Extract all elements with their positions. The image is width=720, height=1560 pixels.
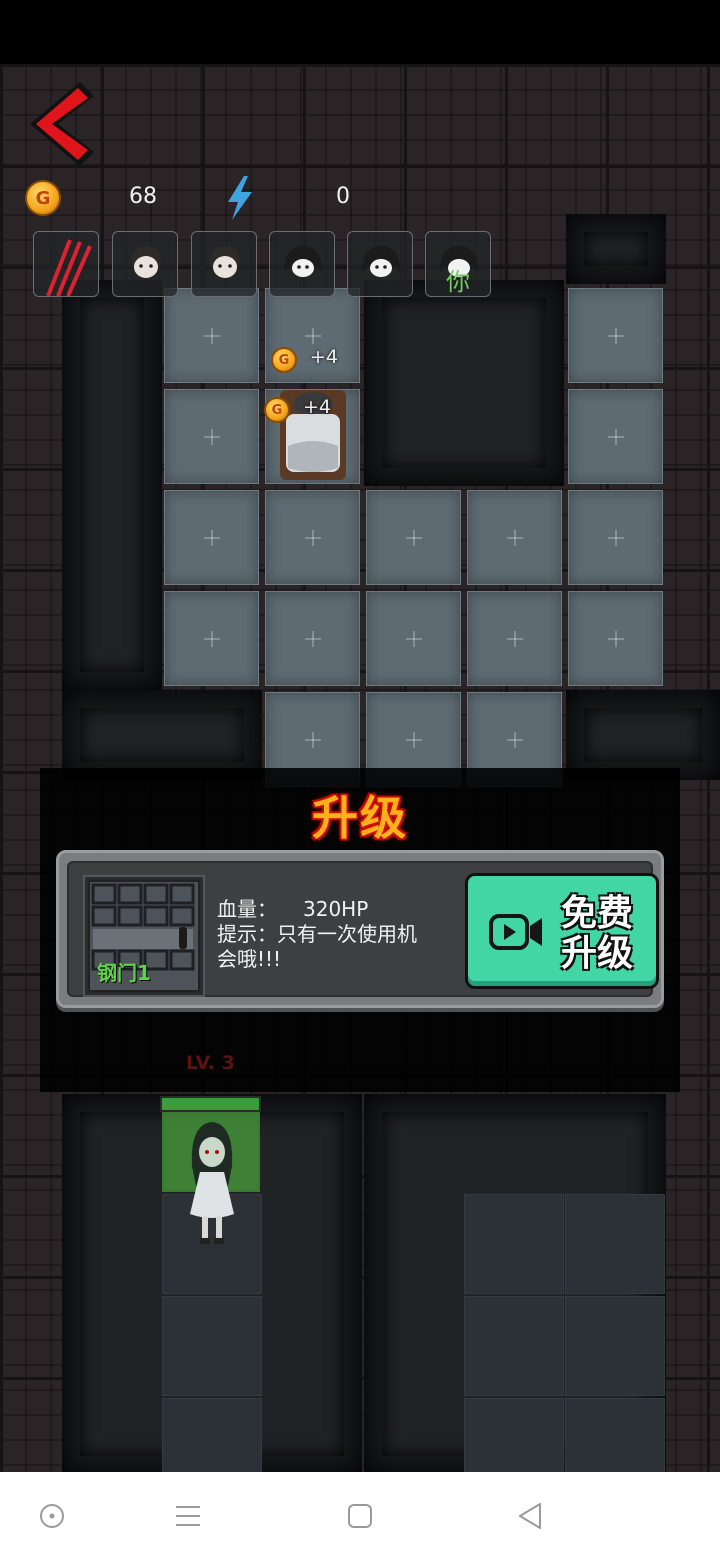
build-tile[interactable]	[467, 490, 562, 585]
build-tile[interactable]	[568, 288, 663, 383]
floor-tile	[565, 1194, 665, 1294]
girl-face-icon	[210, 246, 240, 278]
build-tile[interactable]	[366, 490, 461, 585]
claw-slash-icon	[46, 239, 92, 296]
character-slot[interactable]	[191, 231, 257, 297]
build-tile[interactable]	[164, 591, 259, 686]
energy-count: 0	[336, 184, 350, 209]
build-tile[interactable]	[265, 591, 360, 686]
navigation-bar	[0, 1472, 720, 1560]
record-icon[interactable]	[32, 1496, 72, 1536]
build-tile[interactable]	[366, 591, 461, 686]
floor-tile	[464, 1296, 564, 1396]
ghost-girl-character[interactable]	[180, 1116, 244, 1250]
floor-tile	[565, 1398, 665, 1472]
back-triangle-icon[interactable]	[510, 1496, 550, 1536]
floor-tile	[565, 1296, 665, 1396]
build-tile[interactable]	[568, 490, 663, 585]
character-slot[interactable]	[112, 231, 178, 297]
upgrade-panel: 钢门1 血量： 320HP 提示：只有一次使用机 会哦!!! 免费 升级	[56, 850, 664, 1008]
floor-tile	[162, 1296, 262, 1396]
floor-tile	[464, 1398, 564, 1472]
build-tile[interactable]	[164, 288, 259, 383]
build-tile[interactable]	[164, 490, 259, 585]
dark-room	[62, 280, 162, 690]
you-label: 你	[446, 268, 470, 296]
home-square-icon[interactable]	[340, 1496, 380, 1536]
character-slot[interactable]	[347, 231, 413, 297]
coin-count: 68	[129, 184, 157, 209]
character-slot[interactable]	[269, 231, 335, 297]
dark-room	[566, 690, 720, 780]
floor-tile	[464, 1194, 564, 1294]
build-tile[interactable]	[265, 490, 360, 585]
coin-icon: G	[271, 347, 297, 373]
item-name: 钢门1	[97, 961, 151, 985]
dark-room	[62, 690, 262, 780]
coin-icon: G	[264, 397, 290, 423]
dialog-title: 升级	[312, 791, 408, 845]
button-label-line-2: 升级	[560, 933, 633, 974]
coin-gain-text: +4	[303, 396, 332, 418]
dark-room	[566, 214, 666, 284]
build-tile[interactable]	[568, 591, 663, 686]
floor-tile	[162, 1398, 262, 1472]
upgrade-dialog: 升级 钢门1 血量： 320HP 提示：只有一次使用机 会哦!!! 免费 升级	[40, 768, 680, 1092]
ghost-face-icon	[362, 246, 400, 277]
hp-bar-fill	[162, 1098, 259, 1110]
level-label: LV. 3	[186, 1052, 235, 1074]
lightning-bolt-icon	[228, 176, 252, 220]
hp-bar	[160, 1096, 261, 1112]
ghost-face-icon	[284, 246, 322, 277]
dark-room	[364, 280, 564, 486]
video-camera-icon	[489, 914, 542, 950]
free-upgrade-button[interactable]: 免费 升级	[465, 873, 659, 989]
build-tile[interactable]	[467, 591, 562, 686]
character-slot[interactable]	[33, 231, 99, 297]
character-slot-you[interactable]: 你	[425, 231, 491, 297]
girl-face-icon	[131, 246, 161, 278]
menu-icon[interactable]	[168, 1496, 208, 1536]
status-bar	[0, 0, 720, 64]
back-arrow-icon[interactable]	[22, 78, 100, 170]
build-tile[interactable]	[568, 389, 663, 484]
hint-line-2: 会哦!!!	[217, 947, 282, 971]
button-label-line-1: 免费	[560, 893, 633, 934]
coin-icon: G	[25, 180, 61, 216]
build-tile[interactable]	[164, 389, 259, 484]
coin-gain-text: +4	[310, 346, 339, 368]
